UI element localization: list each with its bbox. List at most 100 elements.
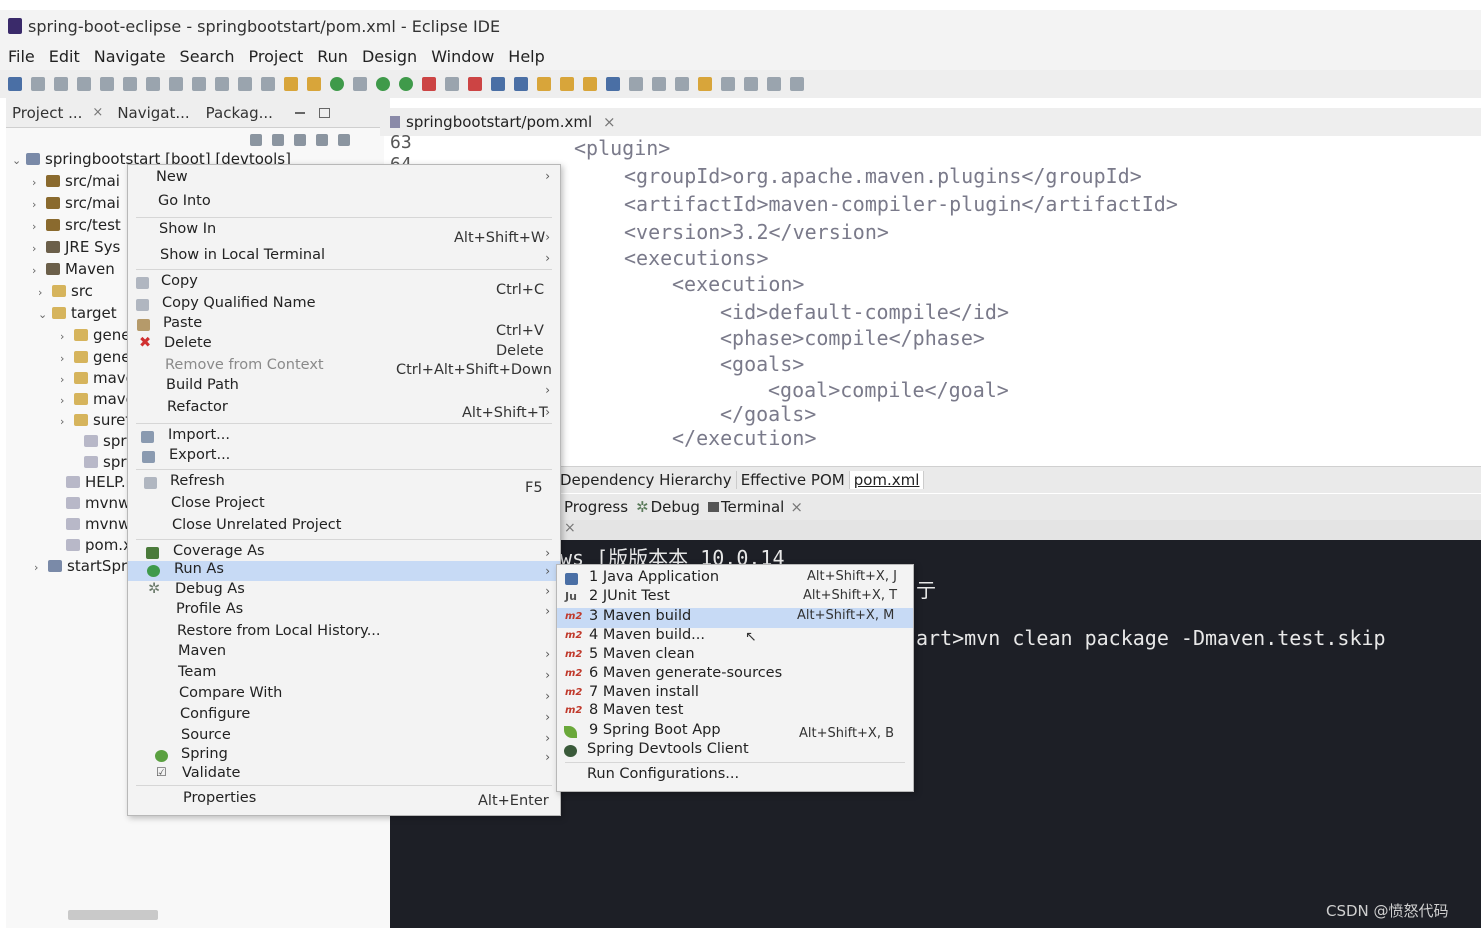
tree-item[interactable]: › src (38, 282, 93, 300)
menu-item-configure[interactable]: Configure › (128, 706, 560, 726)
open-perspective-icon[interactable] (790, 77, 804, 91)
settings-gear-icon[interactable] (353, 77, 367, 91)
tree-item[interactable]: › Maven (32, 260, 115, 278)
chevron-right-icon[interactable]: › (32, 198, 40, 211)
tab-debug[interactable]: Debug (651, 498, 700, 516)
tree-item[interactable]: › mave (60, 369, 135, 387)
chevron-right-icon[interactable]: › (60, 373, 68, 386)
maximize-icon[interactable] (318, 107, 330, 118)
terminate-icon[interactable] (192, 77, 206, 91)
tree-item[interactable]: › src/mai (32, 194, 120, 212)
chevron-right-icon[interactable]: › (60, 330, 68, 343)
menu-item-validate[interactable]: ☑ Validate (128, 765, 560, 785)
new-icon[interactable] (8, 77, 22, 91)
menu-design[interactable]: Design (362, 47, 417, 66)
menu-item-profile-as[interactable]: Profile As › (128, 601, 560, 621)
menu-item-refactor[interactable]: Refactor Alt+Shift+T › (128, 399, 560, 421)
close-icon[interactable]: × (603, 113, 616, 131)
last-edit-icon[interactable] (698, 77, 712, 91)
menu-item-show-in[interactable]: Show In Alt+Shift+W › (128, 221, 560, 246)
menu-item-maven[interactable]: Maven › (128, 643, 560, 663)
run-as-maven-clean[interactable]: m2 5 Maven clean (557, 646, 913, 666)
menu-item-export[interactable]: Export... (128, 447, 560, 467)
chevron-down-icon[interactable]: ⌄ (38, 308, 47, 321)
run-as-maven-install[interactable]: m2 7 Maven install (557, 684, 913, 704)
close-icon[interactable]: × (92, 105, 103, 120)
external-tools-icon[interactable] (468, 77, 482, 91)
open-folder-icon[interactable] (560, 77, 574, 91)
run-as-java-application[interactable]: 1 Java Application Alt+Shift+X, J (557, 569, 913, 589)
menu-item-debug-as[interactable]: ✲ Debug As › (128, 581, 560, 601)
run-as-spring-boot-app[interactable]: 9 Spring Boot App Alt+Shift+X, B (557, 722, 913, 742)
toggle-ant-icon[interactable] (284, 77, 298, 91)
link-with-editor-icon[interactable] (272, 134, 284, 146)
tab-navigator[interactable]: Navigat... (117, 104, 189, 122)
run-as-maven-build[interactable]: m2 3 Maven build Alt+Shift+X, M (557, 608, 913, 628)
prev-annotation-icon[interactable] (675, 77, 689, 91)
menu-item-source[interactable]: Source › (128, 727, 560, 747)
tab-package-explorer[interactable]: Packag... (206, 104, 273, 122)
tree-item[interactable]: › gene (60, 326, 131, 344)
resume-icon[interactable] (146, 77, 160, 91)
tree-item[interactable]: › JRE Sys (32, 238, 120, 256)
menu-item-go-into[interactable]: Go Into (128, 193, 560, 213)
search-icon[interactable] (583, 77, 597, 91)
step-over-icon[interactable] (261, 77, 275, 91)
run-as-junit-test[interactable]: Ju 2 JUnit Test Alt+Shift+X, T (557, 588, 913, 608)
menu-item-restore-from-local-history[interactable]: Restore from Local History... (128, 623, 560, 643)
next-annotation-icon[interactable] (652, 77, 666, 91)
menu-item-copy-qualified-name[interactable]: Copy Qualified Name (128, 295, 560, 315)
tab-project-explorer[interactable]: Project ... (12, 104, 82, 122)
menu-item-show-in-local-terminal[interactable]: Show in Local Terminal › (128, 247, 560, 267)
chevron-right-icon[interactable]: › (34, 561, 42, 574)
chevron-right-icon[interactable]: › (38, 286, 46, 299)
menu-item-import[interactable]: Import... (128, 427, 560, 447)
tab-pom-xml-source[interactable]: pom.xml (849, 471, 925, 489)
focus-icon[interactable] (316, 134, 328, 146)
menu-item-properties[interactable]: Properties Alt+Enter (128, 790, 560, 810)
menu-search[interactable]: Search (180, 47, 235, 66)
run-as-spring-devtools-client[interactable]: Spring Devtools Client (557, 741, 913, 761)
globe-icon[interactable] (606, 77, 620, 91)
terminal-icon[interactable] (100, 77, 114, 91)
chevron-right-icon[interactable]: › (60, 352, 68, 365)
chevron-right-icon[interactable]: › (60, 394, 68, 407)
suspend-icon[interactable] (169, 77, 183, 91)
menu-window[interactable]: Window (431, 47, 494, 66)
chevron-right-icon[interactable]: › (60, 415, 68, 428)
tree-item[interactable]: › gene (60, 348, 131, 366)
close-icon[interactable]: × (790, 498, 803, 516)
chevron-right-icon[interactable]: › (32, 242, 40, 255)
disconnect-icon[interactable] (215, 77, 229, 91)
stop-icon[interactable] (445, 77, 459, 91)
debug-icon[interactable] (399, 77, 413, 91)
new-java-project-icon[interactable] (491, 77, 505, 91)
step-into-icon[interactable] (238, 77, 252, 91)
menu-item-refresh[interactable]: Refresh F5 (128, 473, 560, 496)
menu-item-close-unrelated-project[interactable]: Close Unrelated Project (128, 517, 560, 537)
scrollbar-thumb[interactable] (68, 910, 158, 920)
menu-item-delete[interactable]: ✖ Delete Delete (128, 335, 560, 359)
back-icon[interactable] (721, 77, 735, 91)
menu-item-compare-with[interactable]: Compare With › (128, 685, 560, 705)
chevron-right-icon[interactable]: › (32, 264, 40, 277)
tree-item[interactable]: › suref (60, 411, 131, 429)
menu-item-build-path[interactable]: Build Path › (128, 377, 560, 397)
pin-editor-icon[interactable] (767, 77, 781, 91)
open-task-icon[interactable] (307, 77, 321, 91)
run-as-maven-test[interactable]: m2 8 Maven test (557, 702, 913, 722)
menu-run[interactable]: Run (317, 47, 348, 66)
tree-item[interactable]: › src/mai (32, 172, 120, 190)
tree-item[interactable]: ⌄ target (38, 304, 117, 322)
tree-item[interactable]: › src/test (32, 216, 121, 234)
tree-item[interactable]: mvnw (66, 494, 130, 512)
menu-edit[interactable]: Edit (49, 47, 80, 66)
menu-item-coverage-as[interactable]: Coverage As › (128, 543, 560, 563)
close-icon[interactable]: × (564, 520, 576, 536)
menu-item-team[interactable]: Team › (128, 664, 560, 684)
tab-pom-xml[interactable]: springbootstart/pom.xml × (384, 113, 622, 131)
menu-navigate[interactable]: Navigate (94, 47, 166, 66)
coverage-icon[interactable] (422, 77, 436, 91)
menu-item-spring[interactable]: Spring › (128, 746, 560, 766)
skip-breakpoints-icon[interactable] (123, 77, 137, 91)
